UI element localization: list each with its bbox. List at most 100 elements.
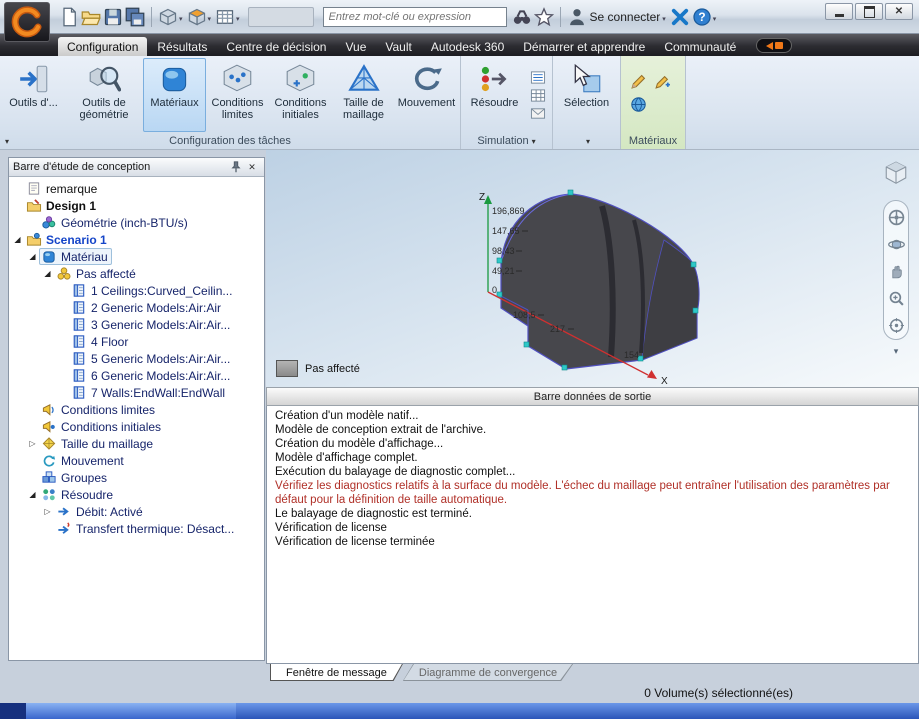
tree-item-5-generic-models-air-air[interactable]: 5 Generic Models:Air:Air... <box>9 350 264 367</box>
tree-item-mouvement[interactable]: Mouvement <box>9 452 264 469</box>
navbar-more-button[interactable] <box>894 341 899 359</box>
model-tool-button[interactable] <box>158 7 178 27</box>
output-data-bar[interactable]: Barre données de sortie <box>266 387 919 406</box>
viewport-canvas[interactable]: Z 196,869 147,65 98,43 49,21 0 X 108,5 2… <box>266 150 919 387</box>
tab-vue[interactable]: Vue <box>336 37 375 56</box>
ribbon-switch-button[interactable] <box>756 38 792 53</box>
app-button[interactable] <box>4 2 50 42</box>
autodesk-exchange-button[interactable] <box>670 7 690 27</box>
mail-small-button[interactable] <box>529 106 547 121</box>
design-folder-glyph <box>26 198 42 213</box>
ribbon-button-outils-de-geometrie[interactable]: Outils de géométrie <box>65 58 143 132</box>
expander-icon[interactable] <box>26 439 39 448</box>
tree-item-pas-affecte[interactable]: Pas affecté <box>9 265 264 282</box>
new-file-button[interactable] <box>59 7 79 27</box>
grid-small-button[interactable] <box>529 88 547 103</box>
pan-hand-button[interactable] <box>888 263 905 280</box>
tree-item-3-generic-models-air-air[interactable]: 3 Generic Models:Air:Air... <box>9 316 264 333</box>
tree-item-7-walls-endwall-endwall[interactable]: 7 Walls:EndWall:EndWall <box>9 384 264 401</box>
help-button[interactable]: ? <box>692 7 712 27</box>
dropdown-caret-icon[interactable] <box>586 135 590 147</box>
tree-item-conditions-initiales[interactable]: Conditions initiales <box>9 418 264 435</box>
dropdown-caret-icon[interactable] <box>662 8 666 26</box>
tree-item-2-generic-models-air-air[interactable]: 2 Generic Models:Air:Air <box>9 299 264 316</box>
message-window[interactable]: Création d'un modèle natif...Modèle de c… <box>266 406 919 664</box>
ribbon-button-taille-de-maillage[interactable]: Taille de maillage <box>332 58 395 132</box>
tab-vault[interactable]: Vault <box>376 37 420 56</box>
viewport-3d[interactable]: Z 196,869 147,65 98,43 49,21 0 X 108,5 2… <box>266 150 919 387</box>
globe-button[interactable] <box>630 96 647 113</box>
tab-centre-de-decision[interactable]: Centre de décision <box>217 37 335 56</box>
model-3d[interactable] <box>497 190 699 370</box>
save-all-button[interactable] <box>125 7 145 27</box>
tree-item-scenario-1[interactable]: Scenario 1 <box>9 231 264 248</box>
list-small-button[interactable] <box>529 70 547 85</box>
tab-autodesk-360[interactable]: Autodesk 360 <box>422 37 513 56</box>
tree-item-geometrie-inch-btu-s[interactable]: Géométrie (inch-BTU/s) <box>9 214 264 231</box>
ribbon-button-materiaux[interactable]: Matériaux <box>143 58 206 132</box>
tab-demarrer-et-apprendre[interactable]: Démarrer et apprendre <box>514 37 654 56</box>
close-button[interactable] <box>885 3 913 20</box>
tab-fenetre-de-message[interactable]: Fenêtre de message <box>270 664 403 681</box>
dropdown-caret-icon[interactable] <box>208 8 212 26</box>
orbit-button[interactable] <box>888 236 905 253</box>
tree-item-groupes[interactable]: Groupes <box>9 469 264 486</box>
tree-item-taille-du-maillage[interactable]: Taille du maillage <box>9 435 264 452</box>
ribbon-group-label[interactable]: Simulation <box>461 132 552 149</box>
tree-item-6-generic-models-air-air[interactable]: 6 Generic Models:Air:Air... <box>9 367 264 384</box>
tab-configuration[interactable]: Configuration <box>58 37 147 56</box>
look-at-button[interactable] <box>888 317 905 334</box>
tree-item-transfert-thermique-desact[interactable]: Transfert thermique: Désact... <box>9 520 264 537</box>
pin-panel-button[interactable] <box>228 160 244 174</box>
steering-wheel-button[interactable] <box>888 209 905 226</box>
separator <box>560 7 561 27</box>
view-cube-button[interactable] <box>883 160 909 186</box>
find-button[interactable] <box>512 7 532 27</box>
expander-icon[interactable] <box>26 490 39 499</box>
ribbon-button-selection[interactable]: Sélection <box>555 58 618 132</box>
open-file-button[interactable] <box>81 7 101 27</box>
dropdown-caret-icon[interactable] <box>713 8 717 26</box>
table-tool-button[interactable] <box>215 7 235 27</box>
expander-icon[interactable] <box>11 235 24 244</box>
search-input[interactable] <box>323 7 507 27</box>
dropdown-caret-icon[interactable] <box>236 8 240 26</box>
appearance-tool-button[interactable] <box>187 7 207 27</box>
tab-resultats[interactable]: Résultats <box>148 37 216 56</box>
tree-item-materiau[interactable]: Matériau <box>9 248 264 265</box>
ribbon-group-label[interactable]: Matériaux <box>621 132 685 149</box>
flow-icon <box>56 504 72 519</box>
minimize-button[interactable] <box>825 3 853 20</box>
material-glyph <box>41 249 57 264</box>
pencil-button[interactable] <box>630 73 647 90</box>
tree-item-4-floor[interactable]: 4 Floor <box>9 333 264 350</box>
maximize-button[interactable] <box>855 3 883 20</box>
tree-item-design-1[interactable]: Design 1 <box>9 197 264 214</box>
ribbon-button-resoudre[interactable]: Résoudre <box>463 58 526 132</box>
favorites-button[interactable] <box>534 7 554 27</box>
zoom-button[interactable] <box>888 290 905 307</box>
expander-icon[interactable] <box>26 252 39 261</box>
tab-diagramme-de-convergence[interactable]: Diagramme de convergence <box>403 664 573 681</box>
dropdown-caret-icon[interactable] <box>179 8 183 26</box>
ribbon-button-conditions-limites[interactable]: Conditions limites <box>206 58 269 132</box>
ribbon-group-label[interactable] <box>553 132 620 149</box>
tree-item-debit-active[interactable]: Débit: Activé <box>9 503 264 520</box>
save-button[interactable] <box>103 7 123 27</box>
ribbon-group-label[interactable]: Configuration des tâches <box>0 132 460 149</box>
sign-in-button[interactable]: Se connecter <box>590 10 661 24</box>
tree-item-resoudre[interactable]: Résoudre <box>9 486 264 503</box>
dropdown-caret-icon[interactable] <box>5 135 9 147</box>
tree-item-remarque[interactable]: remarque <box>9 180 264 197</box>
tree-item-conditions-limites[interactable]: Conditions limites <box>9 401 264 418</box>
ribbon-button-mouvement[interactable]: Mouvement <box>395 58 458 132</box>
expander-icon[interactable] <box>41 507 54 516</box>
tree-item-1-ceilings-curved-ceilin[interactable]: 1 Ceilings:Curved_Ceilin... <box>9 282 264 299</box>
ribbon-button-conditions-initiales[interactable]: Conditions initiales <box>269 58 332 132</box>
pencil2-button[interactable] <box>654 73 671 90</box>
expander-icon[interactable] <box>41 269 54 278</box>
close-panel-button[interactable] <box>244 160 260 174</box>
dropdown-caret-icon[interactable] <box>532 135 536 147</box>
ribbon-button-outils-d[interactable]: Outils d'... <box>2 58 65 132</box>
tab-communaute[interactable]: Communauté <box>655 37 745 56</box>
